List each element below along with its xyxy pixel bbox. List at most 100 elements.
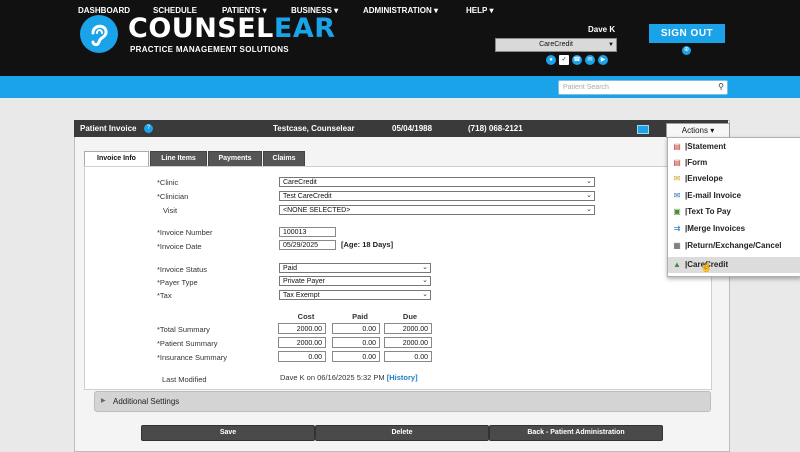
clinic-select[interactable]: CareCredit ⌄	[279, 177, 595, 187]
nav-administration-label: ADMINISTRATION	[363, 6, 432, 15]
actions-menu: ▤ |Statement ▤ |Form ✉ |Envelope ✉ |E-mail I…	[667, 137, 800, 277]
carecredit-icon: ▲	[673, 260, 681, 269]
invoice-status-select[interactable]: Paid ⌄	[279, 263, 431, 273]
patient-dob: 05/04/1988	[392, 124, 433, 133]
message-icon[interactable]: ✉	[585, 55, 595, 65]
invoice-date-label: *Invoice Date	[157, 242, 202, 251]
tax-select[interactable]: Tax Exempt ⌄	[279, 290, 431, 300]
invoice-date-field[interactable]: 05/29/2025	[279, 240, 336, 250]
merge-icon: ⇉	[673, 224, 681, 233]
patient-search-input[interactable]: Patient Search ⚲	[558, 80, 728, 95]
chevron-down-icon: ⌄	[422, 277, 428, 284]
menu-item-statement[interactable]: ▤ |Statement	[668, 139, 800, 155]
email-icon: ✉	[673, 191, 681, 200]
tab-line-items[interactable]: Line Items	[150, 151, 207, 166]
invoice-panel-header: Patient Invoice ? Testcase, Counselear 0…	[74, 120, 728, 137]
additional-settings-label: Additional Settings	[113, 397, 180, 406]
sign-out-button[interactable]: SIGN OUT	[649, 24, 725, 43]
chevron-down-icon: ⌄	[422, 291, 428, 298]
nav-patients-label: PATIENTS	[222, 6, 261, 15]
patient-phone: (718) 068-2121	[468, 124, 523, 133]
chevron-down-icon: ⌄	[586, 206, 592, 213]
patient-name: Testcase, Counselear	[273, 124, 355, 133]
location-select[interactable]: CareCredit ▼	[495, 38, 617, 52]
search-icon[interactable]: ⚲	[718, 82, 724, 91]
patient-due: 2000.00	[384, 337, 432, 348]
envelope-icon: ✉	[673, 174, 681, 183]
help-icon[interactable]: ?	[144, 124, 153, 133]
clinician-label: *Clinician	[157, 192, 189, 201]
chevron-down-icon: ▼	[608, 42, 614, 48]
menu-item-form[interactable]: ▤ |Form	[668, 155, 800, 171]
menu-item-email-invoice[interactable]: ✉ |E-mail Invoice	[668, 188, 800, 204]
visit-select[interactable]: <NONE SELECTED> ⌄	[279, 205, 595, 215]
patient-cost: 2000.00	[278, 337, 326, 348]
actions-button[interactable]: Actions ▾	[666, 123, 730, 138]
menu-item-label: |Form	[685, 158, 708, 167]
menu-item-carecredit[interactable]: ▲ |CareCredit	[668, 257, 800, 273]
additional-settings-toggle[interactable]: ▶ Additional Settings	[94, 391, 711, 412]
phone-icon[interactable]: ☎	[572, 55, 582, 65]
invoice-status-value: Paid	[283, 265, 298, 272]
tab-invoice-info[interactable]: Invoice Info	[84, 151, 149, 167]
total-cost: 2000.00	[278, 323, 326, 334]
menu-item-label: |Statement	[685, 142, 726, 151]
globe-icon[interactable]: ⊕	[682, 46, 691, 55]
patient-paid: 0.00	[332, 337, 380, 348]
caret-down-icon: ▾	[334, 6, 339, 15]
save-button[interactable]: Save	[141, 425, 315, 441]
total-summary-label: *Total Summary	[157, 325, 210, 334]
nav-patients[interactable]: PATIENTS ▾	[222, 0, 267, 22]
menu-item-label: |Text To Pay	[685, 207, 731, 216]
invoice-age: [Age: 18 Days]	[341, 240, 394, 249]
delete-button[interactable]: Delete	[315, 425, 489, 441]
visit-label: Visit	[163, 206, 178, 215]
card-icon[interactable]	[637, 125, 649, 134]
due-header: Due	[402, 312, 418, 321]
check-icon[interactable]: ✓	[559, 55, 569, 65]
insurance-paid: 0.00	[332, 351, 380, 362]
invoice-number-field[interactable]: 100013	[279, 227, 336, 237]
nav-administration[interactable]: ADMINISTRATION ▾	[363, 0, 438, 22]
last-modified-value: Dave K on 06/16/2025 5:32 PM [History]	[280, 373, 418, 382]
header-tools: ● ✓ ☎ ✉ ▶	[546, 55, 608, 65]
tab-payments[interactable]: Payments	[208, 151, 262, 166]
return-icon: ▦	[673, 241, 681, 250]
payer-type-value: Private Payer	[283, 278, 326, 285]
back-button[interactable]: Back - Patient Administration	[489, 425, 663, 441]
menu-item-label: |Merge Invoices	[685, 224, 746, 233]
menu-item-label: |Return/Exchange/Cancel	[685, 241, 782, 250]
clinician-select[interactable]: Test CareCredit ⌄	[279, 191, 595, 201]
menu-item-return-exchange-cancel[interactable]: ▦ |Return/Exchange/Cancel	[668, 238, 800, 254]
clinic-value: CareCredit	[283, 179, 317, 186]
menu-item-merge-invoices[interactable]: ⇉ |Merge Invoices	[668, 221, 800, 237]
play-icon[interactable]: ▶	[598, 55, 608, 65]
search-placeholder: Patient Search	[563, 84, 609, 91]
text-icon: ▣	[673, 207, 681, 216]
paid-header: Paid	[352, 312, 368, 321]
nav-help-label: HELP	[466, 6, 488, 15]
menu-item-envelope[interactable]: ✉ |Envelope	[668, 171, 800, 187]
tab-claims[interactable]: Claims	[263, 151, 305, 166]
payer-type-label: *Payer Type	[157, 278, 198, 287]
nav-business[interactable]: BUSINESS ▾	[291, 0, 338, 22]
tax-value: Tax Exempt	[283, 292, 320, 299]
nav-schedule[interactable]: SCHEDULE	[153, 0, 197, 22]
chevron-down-icon: ⌄	[422, 264, 428, 271]
total-due: 2000.00	[384, 323, 432, 334]
pdf-icon: ▤	[673, 158, 681, 167]
chat-icon[interactable]: ●	[546, 55, 556, 65]
menu-item-text-to-pay[interactable]: ▣ |Text To Pay	[668, 204, 800, 220]
insurance-due: 0.00	[384, 351, 432, 362]
patient-summary-label: *Patient Summary	[157, 339, 218, 348]
nav-dashboard[interactable]: DASHBOARD	[78, 0, 130, 22]
nav-help[interactable]: HELP ▾	[466, 0, 493, 22]
user-name: Dave K	[588, 25, 616, 34]
payer-type-select[interactable]: Private Payer ⌄	[279, 276, 431, 286]
clinic-label: *Clinic	[157, 178, 179, 187]
tax-label: *Tax	[157, 291, 172, 300]
caret-down-icon: ▾	[489, 6, 494, 15]
last-modified-text: Dave K on 06/16/2025 5:32 PM	[280, 373, 385, 382]
history-link[interactable]: [History]	[387, 373, 418, 382]
last-modified-label: Last Modified	[162, 375, 207, 384]
